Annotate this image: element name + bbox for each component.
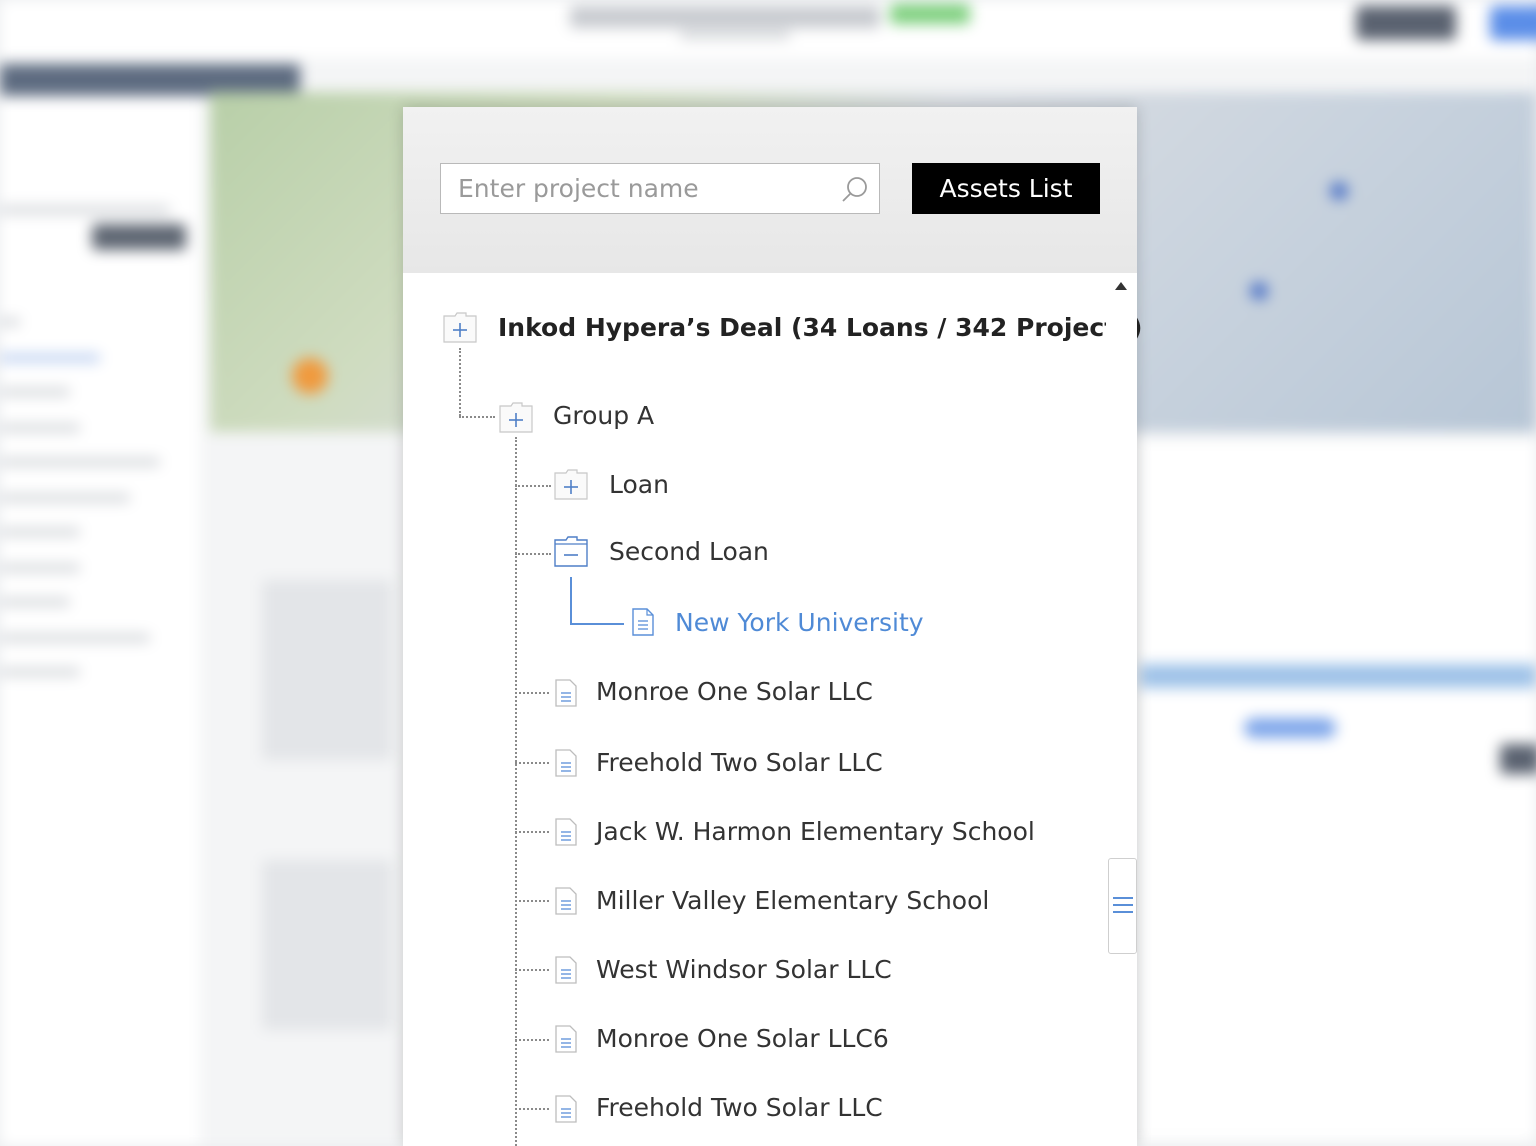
background-panel bbox=[262, 580, 392, 760]
tree-project-item[interactable]: West Windsor Solar LLC bbox=[596, 955, 892, 985]
tree-connector bbox=[515, 553, 551, 555]
tree-group-label[interactable]: Group A bbox=[553, 401, 654, 431]
modal-header: Assets List bbox=[403, 107, 1137, 273]
background-map-marker bbox=[1250, 282, 1268, 300]
background-badge bbox=[890, 4, 970, 24]
tree-connector bbox=[515, 692, 549, 694]
background-line bbox=[0, 598, 70, 606]
tree-project-item[interactable]: Monroe One Solar LLC bbox=[596, 677, 873, 707]
scroll-up-arrow-icon[interactable] bbox=[1115, 282, 1127, 290]
tree-project-selected[interactable]: New York University bbox=[675, 608, 924, 638]
background-map-pin bbox=[292, 358, 328, 394]
background-title bbox=[570, 6, 880, 28]
grip-line bbox=[1113, 897, 1133, 899]
background-line bbox=[0, 388, 70, 396]
background-panel bbox=[262, 860, 392, 1030]
folder-plus-icon[interactable] bbox=[443, 311, 477, 343]
tree-connector bbox=[515, 1039, 549, 1041]
tree-project-item[interactable]: Monroe One Solar LLC6 bbox=[596, 1024, 889, 1054]
scrollbar-thumb[interactable] bbox=[1108, 858, 1137, 954]
background-progress bbox=[1140, 664, 1536, 688]
tree-connector bbox=[515, 831, 549, 833]
tree-connector bbox=[459, 416, 495, 418]
tree-project-item[interactable]: Miller Valley Elementary School bbox=[596, 886, 989, 916]
background-pill bbox=[1244, 718, 1336, 738]
tree-scrollbar[interactable] bbox=[1106, 273, 1137, 1146]
background-map-marker bbox=[1330, 182, 1348, 200]
background-line bbox=[0, 424, 80, 432]
background-line bbox=[0, 318, 20, 326]
document-icon bbox=[555, 679, 577, 707]
tree-connector bbox=[459, 348, 461, 416]
grip-line bbox=[1113, 904, 1133, 906]
background-line bbox=[0, 634, 150, 642]
tree-project-item[interactable]: Freehold Two Solar LLC bbox=[596, 1093, 883, 1123]
assets-tree-modal: Assets List Inkod Hypera’s Deal (34 Loan… bbox=[403, 107, 1142, 1146]
background-topbar bbox=[0, 0, 1536, 58]
background-line bbox=[0, 494, 130, 502]
tree-connector bbox=[515, 1108, 549, 1110]
background-sidebar-button bbox=[92, 224, 186, 250]
document-icon bbox=[555, 818, 577, 846]
document-icon bbox=[555, 956, 577, 984]
background-subtitle bbox=[680, 30, 790, 40]
background-line bbox=[0, 564, 80, 572]
background-line bbox=[0, 458, 160, 466]
document-icon bbox=[555, 1025, 577, 1053]
document-icon bbox=[555, 1095, 577, 1123]
tree-connector bbox=[515, 762, 549, 764]
tree-root-label[interactable]: Inkod Hypera’s Deal (34 Loans / 342 Proj… bbox=[498, 313, 1142, 343]
document-icon bbox=[632, 608, 654, 636]
folder-plus-icon[interactable] bbox=[554, 468, 588, 500]
tree-connector bbox=[515, 900, 549, 902]
background-button bbox=[1490, 6, 1536, 40]
document-icon bbox=[555, 887, 577, 915]
background-line bbox=[0, 668, 80, 676]
background-button bbox=[1356, 6, 1456, 40]
background-line bbox=[0, 528, 80, 536]
tree-project-item[interactable]: Freehold Two Solar LLC bbox=[596, 748, 883, 778]
tree-connector bbox=[515, 485, 551, 487]
search-input[interactable] bbox=[441, 164, 831, 213]
document-icon bbox=[555, 749, 577, 777]
background-sidebar bbox=[0, 96, 200, 1146]
tree-project-item[interactable]: Jack W. Harmon Elementary School bbox=[596, 817, 1035, 847]
folder-minus-icon[interactable] bbox=[554, 535, 588, 567]
grip-line bbox=[1113, 911, 1133, 913]
background-line bbox=[0, 206, 170, 214]
background-card bbox=[1140, 440, 1536, 1140]
tree-connector-active bbox=[570, 577, 624, 625]
tree-loan-label[interactable]: Second Loan bbox=[609, 537, 769, 567]
search-box[interactable] bbox=[440, 163, 880, 214]
tree-loan-label[interactable]: Loan bbox=[609, 470, 669, 500]
assets-list-button[interactable]: Assets List bbox=[912, 163, 1100, 214]
folder-plus-icon[interactable] bbox=[499, 401, 533, 433]
background-line bbox=[0, 354, 100, 362]
background-button bbox=[1500, 744, 1536, 774]
search-icon[interactable] bbox=[840, 175, 870, 205]
tree-connector bbox=[515, 969, 549, 971]
